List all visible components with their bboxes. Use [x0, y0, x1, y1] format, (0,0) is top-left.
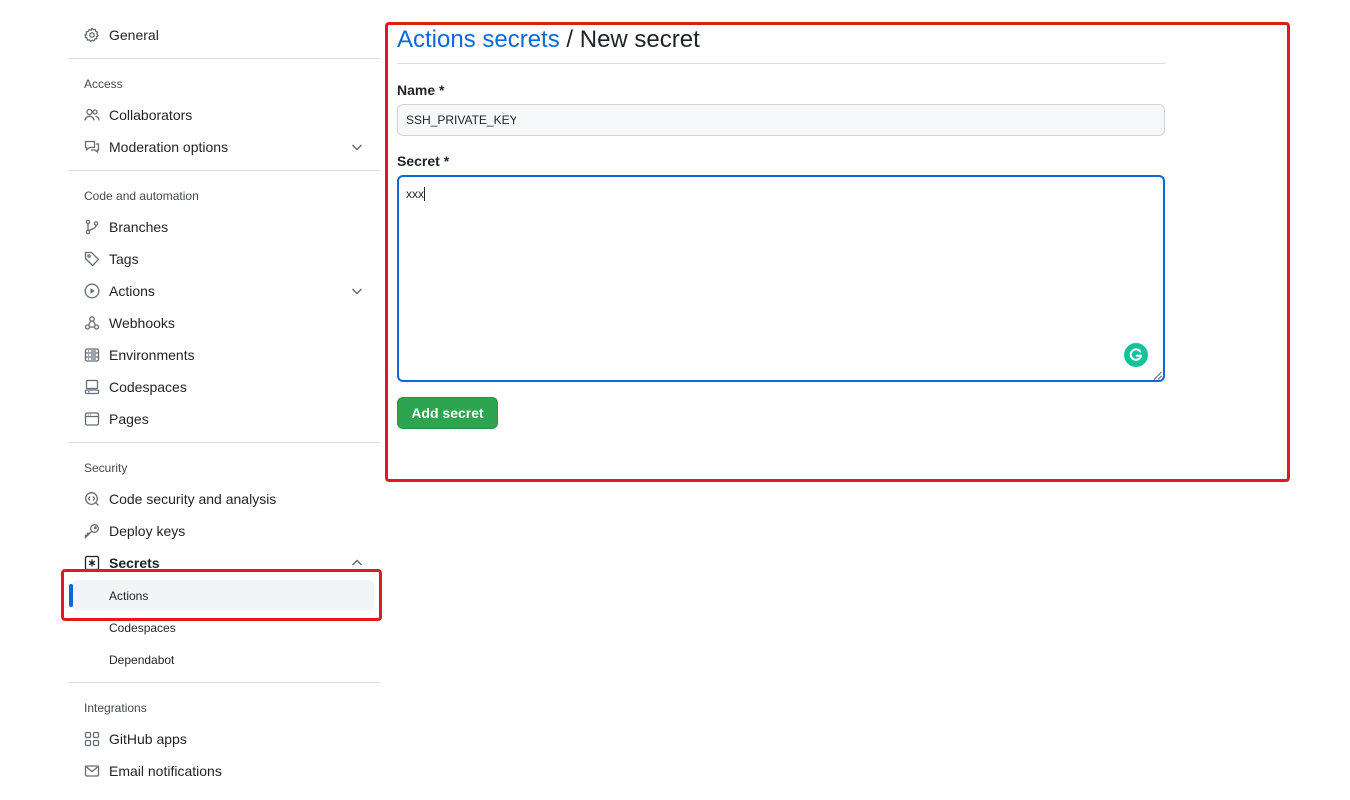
sidebar-item-deploy-keys[interactable]: Deploy keys [69, 515, 381, 547]
key-icon [84, 523, 100, 539]
sidebar-item-general[interactable]: General [69, 19, 381, 51]
sidebar-item-pages[interactable]: Pages [69, 403, 381, 435]
chevron-down-icon[interactable] [349, 139, 365, 155]
codespaces-icon [84, 379, 100, 395]
sidebar-item-label: Code security and analysis [109, 491, 277, 507]
sidebar-item-label: Moderation options [109, 139, 229, 155]
sidebar-item-code-security[interactable]: Code security and analysis [69, 483, 381, 515]
sidebar-item-label: GitHub apps [109, 731, 187, 747]
sidebar-item-label: Environments [109, 347, 195, 363]
apps-icon [84, 731, 100, 747]
sidebar-item-label: Codespaces [109, 621, 176, 635]
sidebar-item-label: Branches [109, 219, 169, 235]
sidebar-item-label: General [109, 27, 159, 43]
sidebar-item-collaborators[interactable]: Collaborators [69, 99, 381, 131]
play-icon [84, 283, 100, 299]
tag-icon [84, 251, 100, 267]
divider [69, 682, 381, 683]
group-title-security: Security [84, 461, 128, 475]
sidebar-item-environments[interactable]: Environments [69, 339, 381, 371]
group-title-access: Access [84, 77, 123, 91]
report-icon [84, 139, 100, 155]
sidebar-item-codespaces[interactable]: Codespaces [69, 371, 381, 403]
sidebar-item-webhooks[interactable]: Webhooks [69, 307, 381, 339]
mail-icon [84, 763, 100, 779]
sidebar-item-label: Pages [109, 411, 149, 427]
server-icon [84, 347, 100, 363]
sidebar-item-actions[interactable]: Actions [69, 275, 381, 307]
people-icon [84, 107, 100, 123]
sidebar-item-moderation[interactable]: Moderation options [69, 131, 381, 163]
sidebar-item-label: Actions [109, 283, 155, 299]
sidebar-item-branches[interactable]: Branches [69, 211, 381, 243]
sidebar-item-email-notifications[interactable]: Email notifications [69, 755, 381, 787]
highlight-annotation-form [385, 22, 1290, 482]
sidebar-item-github-apps[interactable]: GitHub apps [69, 723, 381, 755]
divider [69, 442, 381, 443]
webhook-icon [84, 315, 100, 331]
group-title-integrations: Integrations [84, 701, 147, 715]
sidebar-item-label: Email notifications [109, 763, 222, 779]
group-title-code-automation: Code and automation [84, 189, 199, 203]
chevron-down-icon[interactable] [349, 283, 365, 299]
browser-icon [84, 411, 100, 427]
sidebar-item-secrets-dependabot[interactable]: Dependabot [69, 643, 381, 675]
branch-icon [84, 219, 100, 235]
sidebar-item-label: Tags [109, 251, 139, 267]
divider [69, 58, 381, 59]
gear-icon [84, 27, 100, 43]
sidebar-item-label: Codespaces [109, 379, 187, 395]
sidebar-item-label: Webhooks [109, 315, 175, 331]
sidebar-item-tags[interactable]: Tags [69, 243, 381, 275]
divider [69, 170, 381, 171]
sidebar-item-label: Dependabot [109, 653, 175, 667]
codescan-icon [84, 491, 100, 507]
sidebar-item-label: Collaborators [109, 107, 193, 123]
sidebar-item-label: Deploy keys [109, 523, 186, 539]
highlight-annotation-sidebar [61, 569, 382, 621]
